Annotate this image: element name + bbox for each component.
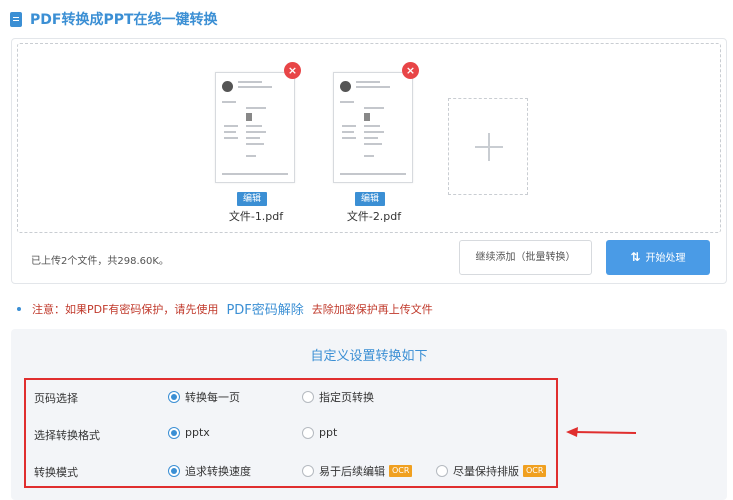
file-name: 文件-1.pdf (228, 210, 284, 223)
notice-prefix: 注意：如果PDF有密码保护，请先使用 (32, 302, 219, 316)
conversion-mode-row: 转换模式 追求转换速度 易于后续编辑 OCR 尽量保持排版 OCR (26, 461, 556, 481)
options-highlight-box: 页码选择 转换每一页 指定页转换 选择转换格式 pptx ppt 转换模式 追求… (24, 378, 558, 488)
red-arrow-icon (566, 427, 637, 437)
upload-panel: × 编辑 文件-1.pdf × 编辑 文件-2.pdf 已上传2个文件，共298… (11, 38, 727, 284)
radio-edit-mode[interactable]: 易于后续编辑 OCR (302, 463, 413, 479)
start-button-label: 开始处理 (645, 253, 686, 264)
file-name: 文件-2.pdf (346, 210, 402, 223)
format-selection-row: 选择转换格式 pptx ppt (26, 424, 556, 444)
swap-icon: ⇅ (630, 250, 641, 264)
bullet-icon (17, 306, 21, 311)
radio-layout-mode[interactable]: 尽量保持排版 OCR (436, 463, 547, 479)
notice-suffix: 去除加密保护再上传文件 (311, 302, 433, 316)
radio-icon (302, 391, 314, 403)
radio-pptx[interactable]: pptx (168, 426, 210, 439)
file-card: × 编辑 文件-2.pdf (329, 62, 419, 223)
settings-panel: 自定义设置转换如下 页码选择 转换每一页 指定页转换 选择转换格式 pptx p… (11, 329, 727, 500)
file-thumbnail[interactable] (215, 72, 295, 183)
radio-specify-pages[interactable]: 指定页转换 (302, 389, 374, 405)
start-processing-button[interactable]: ⇅ 开始处理 (606, 240, 710, 275)
radio-selected-icon (168, 391, 180, 403)
ocr-badge: OCR (389, 465, 413, 477)
remove-file-button[interactable]: × (284, 62, 301, 79)
radio-icon (436, 465, 448, 477)
pdf-password-remove-link[interactable]: PDF密码解除 (226, 299, 303, 318)
page-selection-row: 页码选择 转换每一页 指定页转换 (26, 387, 556, 407)
radio-selected-icon (168, 465, 180, 477)
file-card: × 编辑 文件-1.pdf (211, 62, 301, 223)
password-notice: 注意：如果PDF有密码保护，请先使用 PDF密码解除 去除加密保护再上传文件 (17, 299, 433, 318)
add-file-tile[interactable] (448, 98, 528, 195)
page-title: PDF转换成PPT在线一键转换 (30, 12, 218, 28)
edit-file-button[interactable]: 编辑 (355, 192, 385, 206)
settings-title: 自定义设置转换如下 (310, 349, 428, 364)
drop-zone[interactable]: × 编辑 文件-1.pdf × 编辑 文件-2.pdf (17, 43, 721, 233)
radio-icon (302, 426, 314, 439)
radio-selected-icon (168, 426, 180, 439)
radio-convert-every-page[interactable]: 转换每一页 (168, 389, 240, 405)
row-label: 选择转换格式 (34, 429, 100, 442)
page-header: PDF转换成PPT在线一键转换 (10, 8, 218, 30)
row-label: 页码选择 (34, 392, 78, 405)
file-thumbnail[interactable] (333, 72, 413, 183)
upload-status: 已上传2个文件，共298.60K。 (31, 256, 169, 267)
remove-file-button[interactable]: × (402, 62, 419, 79)
row-label: 转换模式 (34, 466, 78, 479)
radio-icon (302, 465, 314, 477)
document-icon (10, 11, 22, 27)
radio-speed-mode[interactable]: 追求转换速度 (168, 463, 251, 479)
ocr-badge: OCR (523, 465, 547, 477)
add-more-button[interactable]: 继续添加（批量转换） (459, 240, 592, 275)
edit-file-button[interactable]: 编辑 (237, 192, 267, 206)
radio-ppt[interactable]: ppt (302, 426, 337, 439)
